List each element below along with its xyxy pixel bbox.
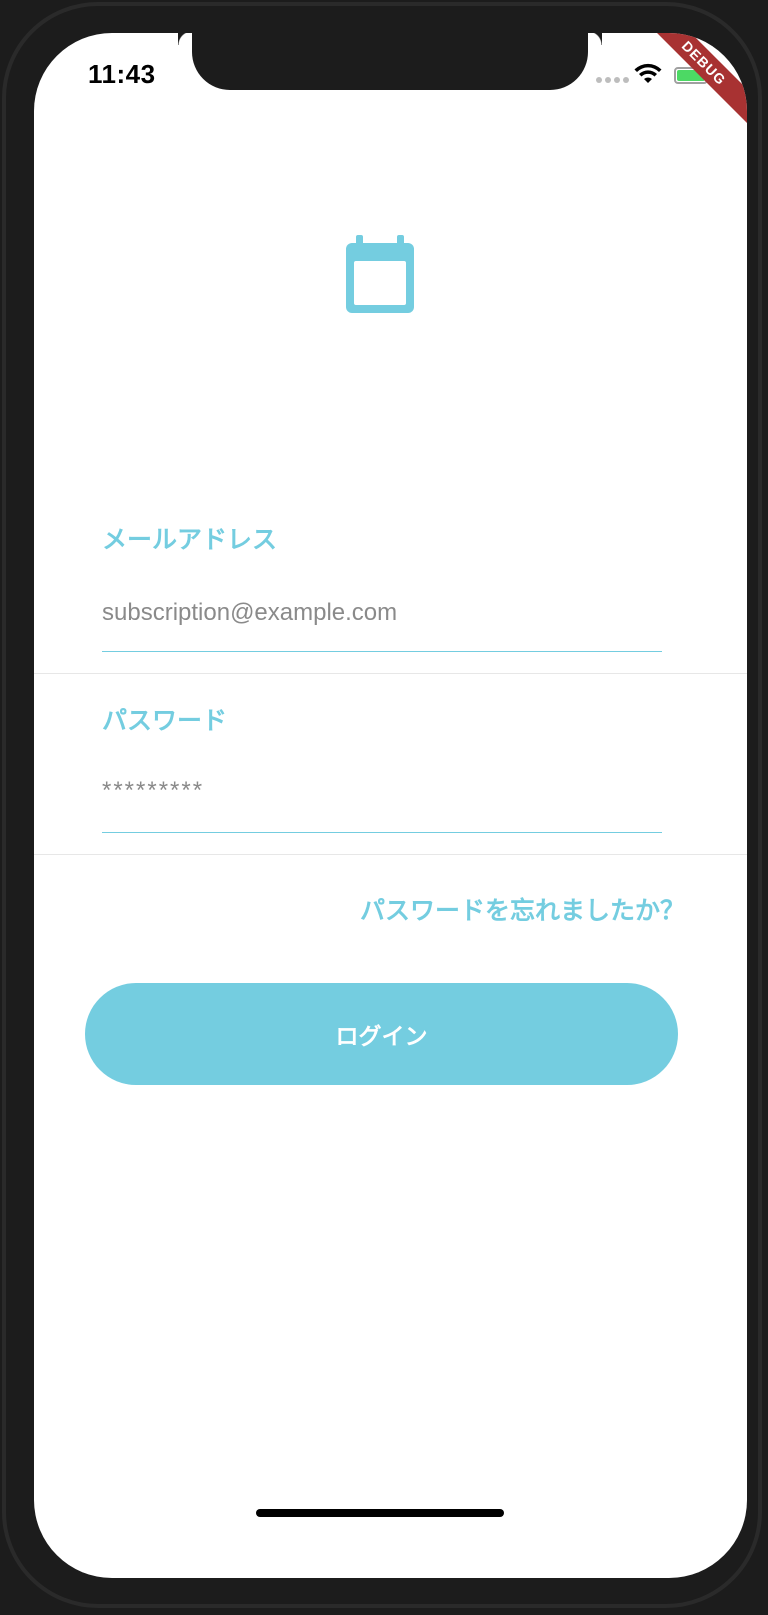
email-divider [34, 673, 747, 674]
device-frame: 11:43 DEBUG メールアドレス subscription@example… [0, 0, 768, 1615]
password-underline [102, 832, 662, 833]
password-divider [34, 854, 747, 855]
app-screen: 11:43 DEBUG メールアドレス subscription@example… [34, 33, 747, 1578]
home-indicator [256, 1509, 504, 1517]
signal-icon [596, 77, 629, 83]
forgot-password-link[interactable]: パスワードを忘れましたか？ [360, 891, 685, 927]
device-notch [192, 33, 602, 90]
wifi-icon [634, 63, 662, 83]
email-label: メールアドレス [102, 525, 278, 554]
email-field[interactable]: subscription@example.com [102, 599, 397, 627]
calendar-icon [346, 235, 414, 313]
login-button[interactable]: ログイン [85, 983, 678, 1085]
password-label: パスワード [102, 706, 228, 735]
password-field[interactable]: ********* [102, 777, 204, 805]
email-underline [102, 651, 662, 652]
status-time: 11:43 [88, 59, 156, 89]
